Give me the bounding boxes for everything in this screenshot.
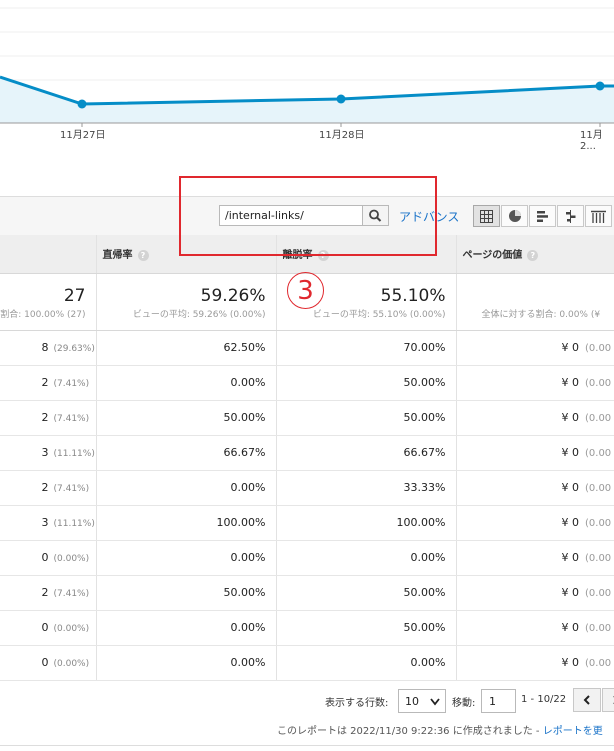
exit-rate-cell: 50.00% — [276, 610, 457, 646]
exit-rate-cell: 33.33% — [276, 470, 457, 506]
exit-rate-cell: 50.00% — [276, 365, 457, 401]
page-range: 1 - 10/22 — [521, 694, 567, 705]
page-value-cell: ¥ 0 (0.00 — [456, 470, 614, 506]
rows-per-page-select[interactable]: 10 — [398, 689, 446, 713]
sessions-cell: 2 (7.41%) — [0, 575, 97, 611]
bounce-rate-cell: 0.00% — [96, 470, 277, 506]
column-header-sessions[interactable] — [0, 235, 97, 274]
exit-rate-cell: 66.67% — [276, 435, 457, 471]
total-value: 59.26% — [200, 285, 266, 306]
table-row: 2 (7.41%) 50.00% 50.00% ¥ 0 (0.00 — [0, 575, 614, 611]
table-row: 0 (0.00%) 0.00% 50.00% ¥ 0 (0.00 — [0, 610, 614, 646]
line-chart — [0, 7, 614, 127]
goto-label: 移動: — [452, 698, 476, 709]
chart-point[interactable] — [595, 81, 605, 91]
sessions-cell: 2 (7.41%) — [0, 400, 97, 436]
exit-rate-cell: 100.00% — [276, 505, 457, 541]
sessions-cell: 3 (11.11%) — [0, 435, 97, 471]
view-pivot-button[interactable] — [585, 205, 612, 227]
table-row: 3 (11.11%) 100.00% 100.00% ¥ 0 (0.00 — [0, 505, 614, 541]
sessions-cell: 3 (11.11%) — [0, 505, 97, 541]
page-value-cell: ¥ 0 (0.00 — [456, 575, 614, 611]
sessions-cell: 2 (7.41%) — [0, 365, 97, 401]
bounce-rate-cell: 0.00% — [96, 365, 277, 401]
table-row: 0 (0.00%) 0.00% 0.00% ¥ 0 (0.00 — [0, 540, 614, 576]
bounce-rate-cell: 50.00% — [96, 575, 277, 611]
exit-rate-cell: 50.00% — [276, 400, 457, 436]
table-row: 8 (29.63%) 62.50% 70.00% ¥ 0 (0.00 — [0, 330, 614, 366]
comparison-view-icon — [566, 209, 576, 223]
chart-point[interactable] — [77, 99, 87, 109]
exit-rate-cell: 0.00% — [276, 540, 457, 576]
total-cell: 59.26% ビューの平均: 59.26% (0.00%) — [96, 273, 277, 331]
table-row: 2 (7.41%) 0.00% 50.00% ¥ 0 (0.00 — [0, 365, 614, 401]
table-row: 3 (11.11%) 66.67% 66.67% ¥ 0 (0.00 — [0, 435, 614, 471]
exit-rate-cell: 0.00% — [276, 645, 457, 681]
prev-page-button[interactable] — [573, 688, 601, 712]
x-tick-label: 11月27日 — [60, 130, 106, 141]
chevron-down-icon — [430, 698, 440, 706]
report-created-text: このレポートは 2022/11/30 9:22:36 に作成されました - — [277, 726, 543, 737]
total-subtext: 全体に対する割合: 0.00% (¥ — [481, 309, 601, 320]
table-row: 0 (0.00%) 0.00% 0.00% ¥ 0 (0.00 — [0, 645, 614, 681]
sessions-cell: 0 (0.00%) — [0, 540, 97, 576]
view-grid-button[interactable] — [473, 205, 500, 227]
chart-point[interactable] — [336, 94, 346, 104]
exit-rate-cell: 70.00% — [276, 330, 457, 366]
bounce-rate-cell: 0.00% — [96, 540, 277, 576]
page-value-cell: ¥ 0 (0.00 — [456, 540, 614, 576]
annotation-highlight-box — [179, 176, 437, 256]
goto-page-input[interactable]: 1 — [481, 689, 516, 713]
page-value-cell: ¥ 0 (0.00 — [456, 330, 614, 366]
bounce-rate-cell: 100.00% — [96, 505, 277, 541]
sessions-cell: 8 (29.63%) — [0, 330, 97, 366]
report-refresh-link[interactable]: レポートを更 — [543, 726, 603, 737]
help-icon[interactable]: ? — [527, 249, 539, 261]
exit-rate-cell: 50.00% — [276, 575, 457, 611]
help-icon[interactable]: ? — [137, 249, 149, 261]
total-value: 27 — [63, 285, 86, 306]
view-comparison-button[interactable] — [557, 205, 584, 227]
footer-divider — [0, 745, 614, 746]
bounce-rate-cell: 62.50% — [96, 330, 277, 366]
column-header-page-value[interactable]: ページの価値? — [456, 235, 614, 274]
x-tick-label: 11月2... — [580, 130, 603, 152]
grid-view-icon — [480, 209, 493, 223]
pivot-view-icon — [591, 210, 606, 223]
table-row: 2 (7.41%) 50.00% 50.00% ¥ 0 (0.00 — [0, 400, 614, 436]
page-value-cell: ¥ 0 (0.00 — [456, 400, 614, 436]
total-value: ¥ — [482, 286, 614, 306]
rows-per-page-label: 表示する行数: — [325, 698, 389, 709]
annotation-number: 3 — [287, 272, 324, 309]
page-value-cell: ¥ 0 (0.00 — [456, 610, 614, 646]
page-value-cell: ¥ 0 (0.00 — [456, 645, 614, 681]
bounce-rate-cell: 0.00% — [96, 610, 277, 646]
view-pie-button[interactable] — [501, 205, 528, 227]
chevron-left-icon — [583, 695, 590, 705]
sessions-cell: 0 (0.00%) — [0, 610, 97, 646]
bounce-rate-cell: 0.00% — [96, 645, 277, 681]
view-bar-button[interactable] — [529, 205, 556, 227]
table-row: 2 (7.41%) 0.00% 33.33% ¥ 0 (0.00 — [0, 470, 614, 506]
pie-view-icon — [508, 210, 521, 222]
x-tick-label: 11月28日 — [319, 130, 365, 141]
total-subtext: 割合: 100.00% (27) — [0, 309, 86, 320]
bounce-rate-cell: 50.00% — [96, 400, 277, 436]
page-value-cell: ¥ 0 (0.00 — [456, 365, 614, 401]
total-cell: ¥ 全体に対する割合: 0.00% (¥ — [456, 273, 614, 331]
report-footer: このレポートは 2022/11/30 9:22:36 に作成されました - レポ… — [277, 722, 603, 737]
total-cell: 27 割合: 100.00% (27) — [0, 273, 97, 331]
chart-gridlines — [0, 7, 614, 81]
bounce-rate-cell: 66.67% — [96, 435, 277, 471]
total-subtext: ビューの平均: 59.26% (0.00%) — [132, 309, 266, 320]
page-value-cell: ¥ 0 (0.00 — [456, 505, 614, 541]
next-page-button[interactable] — [602, 688, 614, 712]
sessions-cell: 2 (7.41%) — [0, 470, 97, 506]
sessions-cell: 0 (0.00%) — [0, 645, 97, 681]
bar-view-icon — [537, 210, 548, 222]
page-value-cell: ¥ 0 (0.00 — [456, 435, 614, 471]
